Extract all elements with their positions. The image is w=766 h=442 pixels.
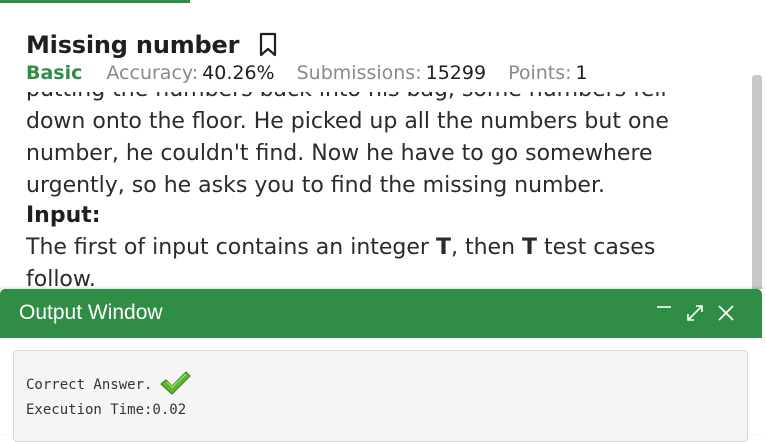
top-tab-indicator <box>0 0 190 3</box>
points-label: Points: <box>508 62 572 84</box>
checkmark-icon <box>158 369 192 397</box>
execution-time: Execution Time:0.02 <box>26 402 187 418</box>
output-console: Correct Answer. Execution Time:0.02 <box>13 350 748 442</box>
difficulty-badge: Basic <box>26 62 83 84</box>
accuracy-label: Accuracy: <box>106 62 199 84</box>
minimize-icon[interactable] <box>654 299 676 325</box>
output-titlebar: Output Window <box>0 289 762 338</box>
output-window-title: Output Window <box>19 301 163 324</box>
problem-description[interactable]: putting the numbers back into his bag, s… <box>26 92 731 288</box>
expand-icon[interactable] <box>684 299 706 325</box>
close-icon[interactable] <box>715 299 737 325</box>
submissions-label: Submissions: <box>296 62 422 84</box>
description-paragraph: putting the numbers back into his bag, s… <box>26 92 669 198</box>
problem-meta: Basic Accuracy: 40.26% Submissions: 1529… <box>26 62 746 84</box>
bookmark-icon[interactable] <box>257 32 279 58</box>
input-variable: T <box>522 235 538 260</box>
result-line: Correct Answer. <box>26 371 192 399</box>
output-window: Output Window Correct Answer. Execution … <box>0 289 766 442</box>
input-text-part: , then <box>450 235 523 260</box>
problem-title: Missing number <box>26 31 240 59</box>
input-heading: Input: <box>26 203 101 228</box>
submissions-value: 15299 <box>425 62 487 84</box>
points-value: 1 <box>575 62 588 84</box>
problem-header: Missing number Basic Accuracy: 40.26% Su… <box>26 28 746 92</box>
scrollbar-thumb[interactable] <box>752 75 762 300</box>
accuracy-value: 40.26% <box>202 62 275 84</box>
input-description: The first of input contains an integer T… <box>26 232 731 288</box>
input-variable: T <box>435 235 451 260</box>
input-text-part: The first of input contains an integer <box>26 235 436 260</box>
result-text: Correct Answer. <box>26 377 153 393</box>
